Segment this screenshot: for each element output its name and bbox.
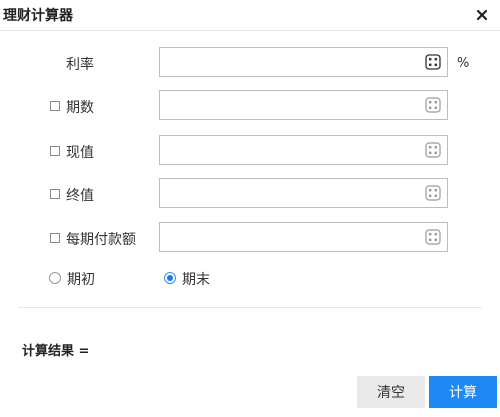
periods-field[interactable] (159, 90, 448, 120)
radio-period-start[interactable] (49, 272, 61, 284)
title-divider (0, 30, 500, 31)
dialog-title: 理财计算器 (3, 8, 73, 24)
calculator-icon[interactable] (425, 185, 441, 201)
radio-period-start-label: 期初 (67, 272, 95, 288)
present-value-input[interactable] (160, 136, 427, 164)
future-value-input[interactable] (160, 179, 427, 207)
present-value-checkbox[interactable] (50, 146, 60, 156)
present-value-label: 现值 (66, 145, 94, 161)
rate-unit: % (457, 56, 470, 71)
calculator-icon[interactable] (425, 229, 441, 245)
payment-input[interactable] (160, 223, 427, 251)
radio-period-end[interactable] (164, 272, 176, 284)
periods-input[interactable] (160, 91, 427, 119)
payment-field[interactable] (159, 222, 448, 252)
clear-button[interactable]: 清空 (357, 376, 425, 408)
radio-period-end-label: 期末 (182, 272, 210, 288)
future-value-checkbox[interactable] (50, 189, 60, 199)
rate-input[interactable] (160, 48, 427, 76)
section-divider (18, 307, 482, 308)
periods-checkbox[interactable] (50, 101, 60, 111)
rate-label: 利率 (66, 57, 94, 73)
payment-label: 每期付款额 (66, 232, 136, 248)
calculator-icon[interactable] (425, 142, 441, 158)
payment-checkbox[interactable] (50, 233, 60, 243)
close-icon[interactable] (471, 4, 493, 26)
calculate-button[interactable]: 计算 (429, 376, 497, 408)
rate-field[interactable] (159, 47, 448, 77)
calculator-icon[interactable] (425, 97, 441, 113)
future-value-field[interactable] (159, 178, 448, 208)
financial-calculator-dialog: 理财计算器 利率 % 期数 现值 终值 每期付款额 期初 期末 计算结果 = 清… (0, 0, 500, 417)
calculator-icon[interactable] (425, 54, 441, 70)
future-value-label: 终值 (66, 188, 94, 204)
title-bar: 理财计算器 (0, 0, 500, 30)
present-value-field[interactable] (159, 135, 448, 165)
periods-label: 期数 (66, 100, 94, 116)
result-label: 计算结果 = (22, 344, 90, 359)
